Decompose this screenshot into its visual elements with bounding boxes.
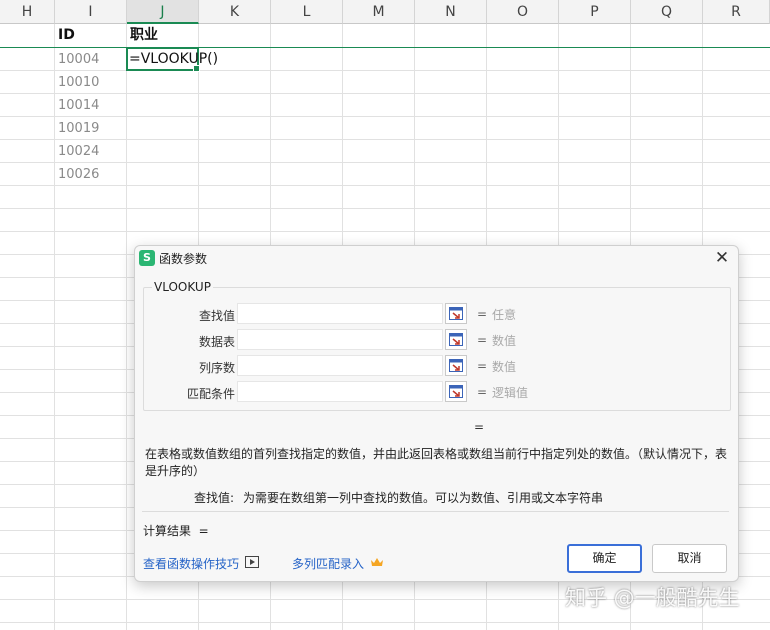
grid-line [126,24,127,630]
column-header-o[interactable]: O [487,0,559,24]
column-header-l[interactable]: L [271,0,343,24]
range-select-button[interactable] [445,355,467,376]
arg-type-hint: 任意 [492,308,517,322]
function-arguments-dialog: S 函数参数 ✕ VLOOKUP 查找值 = 任意 数据表 = 数值 列序数 =… [134,245,739,582]
cell-i7[interactable]: 10026 [55,163,126,186]
arg-type-hint: 逻辑值 [492,386,529,400]
dialog-title: 函数参数 [159,252,208,266]
cell-i5[interactable]: 10019 [55,117,126,140]
equals-sign: = [477,385,488,399]
arg-label-lookup-value: 查找值 [198,309,235,323]
arg-type-hint: 数值 [492,334,517,348]
close-icon[interactable]: ✕ [714,248,730,268]
grid-line [0,231,770,232]
watermark: 知乎 @一般酷先生 [565,586,740,610]
range-select-button[interactable] [445,329,467,350]
column-header-r[interactable]: R [703,0,770,24]
cell-j1[interactable]: 职业 [127,24,198,47]
arg-label-range-lookup: 匹配条件 [186,387,235,401]
range-select-icon [449,333,463,346]
fill-handle[interactable] [193,65,200,72]
video-play-icon[interactable] [245,556,259,568]
ok-button[interactable]: 确定 [567,544,642,573]
wps-app-icon: S [139,250,155,266]
cell-i6[interactable]: 10024 [55,140,126,163]
range-select-icon [449,385,463,398]
divider [142,511,729,512]
function-description: 在表格或数值数组的首列查找指定的数值，并由此返回表格或数组当前行中指定列处的数值… [145,447,728,478]
cell-i2[interactable]: 10004 [55,48,126,71]
crown-icon [371,558,383,566]
cell-formula[interactable]: =VLOOKUP() [129,50,218,68]
arg-description-label: 查找值: [194,491,235,505]
cell-i4[interactable]: 10014 [55,94,126,117]
active-cell-j2[interactable]: =VLOOKUP() [126,47,218,72]
table-array-input[interactable] [237,329,443,350]
column-header-q[interactable]: Q [631,0,703,24]
col-index-input[interactable] [237,355,443,376]
arg-label-col-index: 列序数 [198,361,235,375]
function-name-label: VLOOKUP [152,280,213,294]
cell-i3[interactable]: 10010 [55,71,126,94]
column-header-n[interactable]: N [415,0,487,24]
cancel-button[interactable]: 取消 [652,544,727,573]
range-lookup-input[interactable] [237,381,443,402]
equals-sign: = [477,359,488,373]
function-result-equals: = [474,420,485,434]
equals-sign: = [477,307,488,321]
column-header-j[interactable]: J [127,0,199,24]
column-header-h[interactable]: H [0,0,55,24]
multi-column-match-link[interactable]: 多列匹配录入 [292,555,364,572]
function-tips-link[interactable]: 查看函数操作技巧 [143,555,239,572]
lookup-value-input[interactable] [237,303,443,324]
range-select-icon [449,307,463,320]
grid-line [0,208,770,209]
column-header-p[interactable]: P [559,0,631,24]
cell-i1[interactable]: ID [55,24,126,47]
arg-description: 为需要在数组第一列中查找的数值。可以为数值、引用或文本字符串 [243,491,604,505]
dialog-titlebar[interactable]: S 函数参数 ✕ [135,246,738,270]
range-select-icon [449,359,463,372]
arg-type-hint: 数值 [492,360,517,374]
grid-line [0,622,770,623]
column-header-m[interactable]: M [343,0,415,24]
equals-sign: = [477,333,488,347]
range-select-button[interactable] [445,303,467,324]
column-header-k[interactable]: K [199,0,271,24]
column-header-i[interactable]: I [55,0,127,24]
range-select-button[interactable] [445,381,467,402]
calc-result: 计算结果 = [143,524,209,538]
arg-label-table-array: 数据表 [198,335,235,349]
